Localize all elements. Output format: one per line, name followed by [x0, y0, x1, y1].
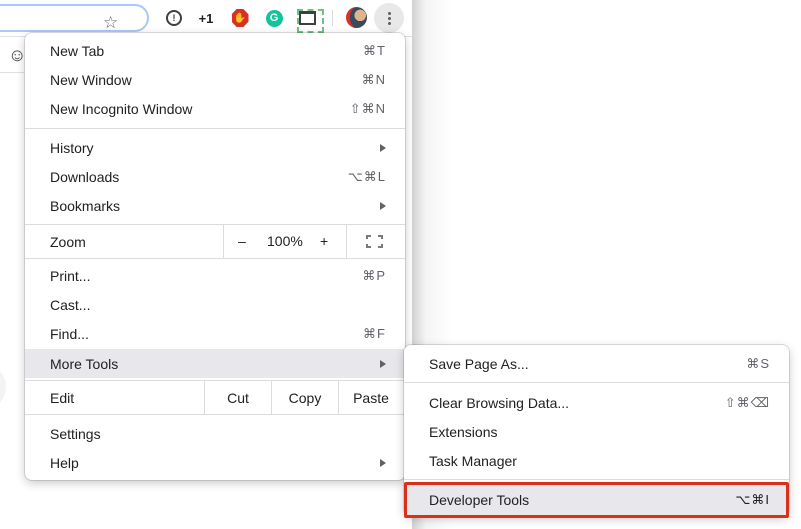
zoom-divider	[223, 225, 224, 258]
menu-item-label: Settings	[50, 425, 101, 442]
menu-zoom-row: Zoom	[25, 225, 405, 258]
menu-item-shortcut: ⌘P	[362, 267, 386, 283]
ublock-hand-icon: ✋	[231, 9, 249, 27]
menu-item-label: Find...	[50, 325, 89, 342]
menu-item-cast[interactable]: Cast...	[25, 290, 405, 319]
submenu-item-extensions[interactable]: Extensions	[404, 417, 789, 446]
zoom-divider	[346, 225, 347, 258]
submenu-arrow-icon	[380, 458, 386, 467]
submenu-item-shortcut: ⇧⌘⌫	[724, 394, 770, 410]
menu-item-print[interactable]: Print... ⌘P	[25, 261, 405, 290]
toolbar-divider	[332, 10, 333, 26]
menu-item-shortcut: ⌘T	[363, 42, 386, 58]
smiley-icon[interactable]: ☺	[8, 45, 26, 66]
submenu-item-label: Developer Tools	[429, 492, 530, 508]
menu-item-label: Cast...	[50, 296, 91, 313]
menu-item-label: New Incognito Window	[50, 100, 193, 117]
grammarly-glyph: G	[265, 9, 283, 27]
submenu-item-shortcut: ⌥⌘I	[735, 492, 770, 507]
zoom-in-button[interactable]: +	[320, 233, 328, 249]
more-tools-submenu: Save Page As... ⌘S Clear Browsing Data..…	[404, 345, 789, 518]
chrome-menu-button[interactable]	[374, 3, 404, 33]
address-bar[interactable]: ☆	[0, 4, 149, 32]
1password-glyph: !	[166, 10, 182, 26]
menu-item-new-tab[interactable]: New Tab ⌘T	[25, 36, 405, 65]
menu-item-settings[interactable]: Settings	[25, 419, 405, 448]
zoom-label: Zoom	[50, 233, 86, 250]
menu-item-label: Help	[50, 454, 79, 471]
menu-item-shortcut: ⌘N	[361, 71, 386, 87]
menu-item-history[interactable]: History	[25, 133, 405, 162]
paste-button[interactable]: Paste	[339, 390, 403, 406]
menu-item-help[interactable]: Help	[25, 448, 405, 477]
submenu-item-label: Task Manager	[429, 452, 517, 469]
submenu-arrow-icon	[380, 201, 386, 210]
submenu-arrow-icon	[380, 359, 386, 368]
ublock-extension-icon[interactable]: ✋	[230, 8, 250, 28]
menu-item-label: Downloads	[50, 168, 120, 185]
page-background-shape	[0, 366, 6, 408]
menu-item-label: Print...	[50, 267, 91, 284]
menu-separator	[25, 258, 405, 259]
chrome-main-menu: New Tab ⌘T New Window ⌘N New Incognito W…	[25, 33, 405, 480]
menu-item-find[interactable]: Find... ⌘F	[25, 319, 405, 348]
browser-toolbar: ☆ ! +1 ✋ G	[0, 0, 412, 37]
menu-item-label: New Window	[50, 71, 132, 88]
three-dots-vertical-icon	[387, 11, 391, 25]
menu-separator	[25, 414, 405, 415]
submenu-separator	[404, 479, 789, 480]
menu-item-bookmarks[interactable]: Bookmarks	[25, 191, 405, 220]
submenu-item-shortcut: ⌘S	[746, 355, 770, 371]
menu-item-new-window[interactable]: New Window ⌘N	[25, 65, 405, 94]
menu-separator	[25, 128, 405, 129]
menu-item-shortcut: ⌥⌘L	[347, 168, 386, 184]
screen-frame-icon	[296, 9, 324, 33]
submenu-arrow-icon	[380, 143, 386, 152]
bookmark-bar-divider	[0, 72, 24, 73]
menu-item-downloads[interactable]: Downloads ⌥⌘L	[25, 162, 405, 191]
plus-one-extension-icon[interactable]: +1	[196, 8, 216, 28]
copy-button[interactable]: Copy	[272, 390, 338, 406]
fullscreen-icon[interactable]	[366, 235, 383, 248]
menu-item-label: Bookmarks	[50, 197, 121, 214]
menu-item-more-tools[interactable]: More Tools	[25, 349, 405, 378]
menu-item-label: History	[50, 139, 94, 156]
menu-item-label: New Tab	[50, 42, 105, 59]
menu-item-label: More Tools	[50, 355, 119, 372]
submenu-item-task-manager[interactable]: Task Manager	[404, 446, 789, 475]
submenu-item-save-page-as[interactable]: Save Page As... ⌘S	[404, 349, 789, 378]
menu-item-new-incognito-window[interactable]: New Incognito Window ⇧⌘N	[25, 94, 405, 123]
submenu-separator	[404, 382, 789, 383]
zoom-out-button[interactable]: –	[238, 233, 246, 249]
menu-item-shortcut: ⌘F	[363, 325, 386, 341]
cut-button[interactable]: Cut	[205, 390, 271, 406]
edit-label: Edit	[50, 389, 75, 406]
submenu-item-developer-tools[interactable]: Developer Tools ⌥⌘I	[404, 482, 789, 518]
submenu-item-label: Clear Browsing Data...	[429, 394, 570, 411]
submenu-item-label: Save Page As...	[429, 355, 529, 372]
screenshot-extension-icon[interactable]	[296, 8, 324, 33]
bookmark-star-icon[interactable]: ☆	[103, 13, 118, 33]
grammarly-extension-icon[interactable]: G	[264, 8, 284, 28]
submenu-item-clear-browsing-data[interactable]: Clear Browsing Data... ⇧⌘⌫	[404, 388, 789, 417]
1password-extension-icon[interactable]: !	[164, 8, 184, 28]
submenu-item-label: Extensions	[429, 423, 498, 440]
profile-avatar[interactable]	[346, 7, 367, 28]
menu-item-shortcut: ⇧⌘N	[349, 100, 386, 116]
zoom-level-value: 100%	[267, 233, 303, 249]
